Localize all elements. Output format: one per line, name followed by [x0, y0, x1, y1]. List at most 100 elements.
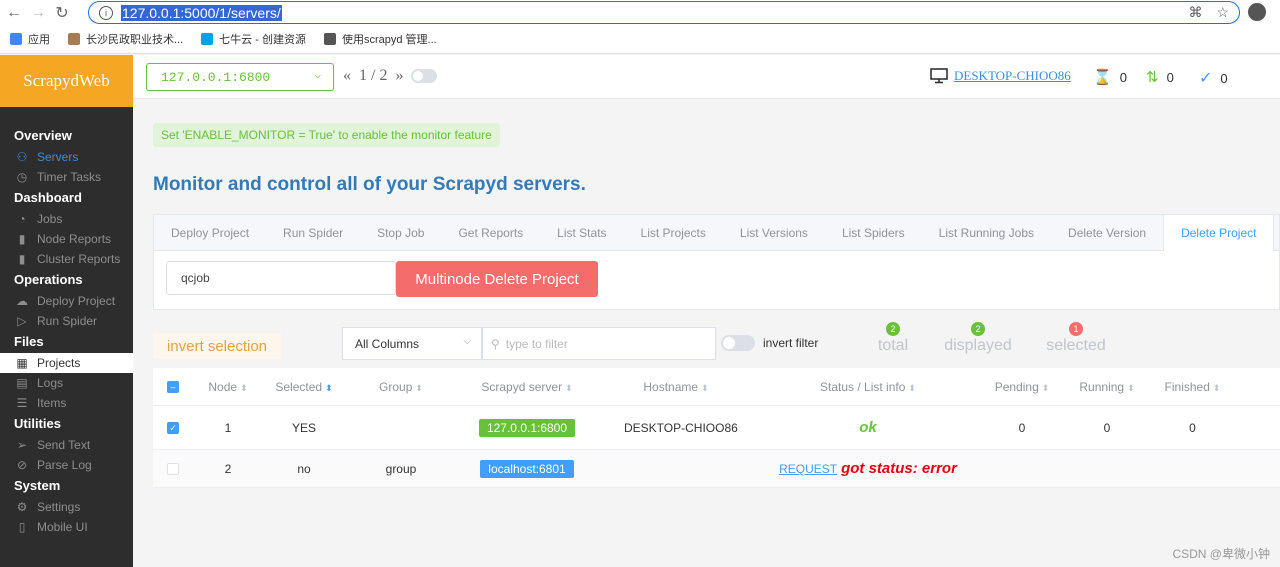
sidebar-item-run-spider[interactable]: ▷ Run Spider: [0, 311, 133, 331]
tab-list-versions[interactable]: List Versions: [723, 215, 825, 251]
table-header: – Node ⬍ Selected ⬍ Group ⬍ Scrapyd server ⬍ Host…: [153, 368, 1280, 406]
table-row[interactable]: 2 no group localhost:6801 REQUEST got status:…: [153, 450, 1280, 488]
sort-icon[interactable]: ⬍: [240, 383, 248, 393]
row-checkbox[interactable]: ✓: [167, 422, 179, 435]
bookmark-label: 使用scrapyd 管理...: [341, 34, 437, 46]
sidebar-item-servers[interactable]: ⚇ Servers: [0, 147, 133, 167]
pending-stat[interactable]: ⌛ 0: [1093, 68, 1127, 86]
bookmark-item[interactable]: 应用: [10, 31, 50, 47]
server-tag[interactable]: localhost:6801: [480, 459, 574, 478]
running-stat[interactable]: ⇅ 0: [1146, 68, 1174, 86]
invert-filter-toggle[interactable]: invert filter: [721, 335, 818, 351]
filter-input[interactable]: ⚲ type to filter: [482, 327, 716, 360]
table-cell: 0: [1151, 421, 1234, 435]
sidebar-item-projects[interactable]: ▦ Projects: [0, 353, 133, 373]
tab-delete-version[interactable]: Delete Version: [1051, 215, 1163, 251]
cloud-upload-icon: ☁: [16, 294, 28, 308]
bookmark-item[interactable]: 长沙民政职业技术...: [68, 31, 183, 47]
mobile-icon: ▯: [18, 520, 26, 534]
sidebar-item-cluster-reports[interactable]: ▮ Cluster Reports: [0, 249, 133, 269]
reload-icon[interactable]: ↻: [52, 3, 72, 23]
translate-icon[interactable]: ⌘: [1188, 4, 1202, 21]
server-tag[interactable]: 127.0.0.1:6800: [478, 418, 576, 437]
running-count: 0: [1166, 69, 1174, 85]
column-header-node[interactable]: Node ⬍: [193, 380, 263, 394]
sidebar-item-label: Timer Tasks: [37, 170, 102, 184]
column-header-status-list-info[interactable]: Status / List info ⬍: [755, 380, 981, 394]
tab-stop-job[interactable]: Stop Job: [360, 215, 441, 251]
tab-list-running-jobs[interactable]: List Running Jobs: [922, 215, 1051, 251]
column-header-selected[interactable]: Selected ⬍: [263, 380, 345, 394]
tab-deploy-project[interactable]: Deploy Project: [154, 215, 266, 251]
column-header-pending[interactable]: Pending ⬍: [981, 380, 1063, 394]
address-bar[interactable]: i 127.0.0.1:5000/1/servers/ ⌘ ☆: [88, 1, 1240, 24]
invert-filter-switch[interactable]: [721, 335, 755, 351]
tab-get-reports[interactable]: Get Reports: [441, 215, 540, 251]
column-header-scrapyd-server[interactable]: Scrapyd server ⬍: [457, 380, 597, 394]
table-cell: no: [263, 462, 345, 476]
sort-icon[interactable]: ⬍: [1127, 383, 1135, 393]
sidebar-item-deploy-project[interactable]: ☁ Deploy Project: [0, 291, 133, 311]
tab-list-stats[interactable]: List Stats: [540, 215, 623, 251]
multinode-delete-project-button[interactable]: Multinode Delete Project: [396, 261, 598, 297]
forward-icon[interactable]: →: [28, 4, 48, 22]
sidebar-item-label: Servers: [37, 150, 79, 164]
back-icon[interactable]: ←: [4, 4, 24, 22]
document-icon: ▤: [16, 376, 28, 390]
column-select-value: All Columns: [355, 336, 420, 351]
hostname-link[interactable]: DESKTOP-CHIOO86: [930, 68, 1071, 84]
site-info-icon[interactable]: i: [99, 5, 113, 20]
tab-list-spiders[interactable]: List Spiders: [825, 215, 922, 251]
column-header-label: Selected: [275, 379, 323, 394]
bookmark-item[interactable]: 使用scrapyd 管理...: [323, 31, 437, 47]
column-select[interactable]: All Columns ⌵: [342, 327, 482, 360]
table-row[interactable]: ✓ 1 YES 127.0.0.1:6800 DESKTOP-CHIOO86 ok 0 0 0: [153, 406, 1280, 450]
sort-icon[interactable]: ⬍: [908, 383, 916, 393]
prev-page-icon[interactable]: «: [343, 67, 351, 85]
profile-icon[interactable]: [1248, 3, 1266, 21]
bookmark-star-icon[interactable]: ☆: [1216, 4, 1229, 21]
sort-icon[interactable]: ⬍: [565, 383, 573, 393]
sidebar-item-logs[interactable]: ▤ Logs: [0, 373, 133, 393]
sidebar-item-jobs[interactable]: ◔ Jobs: [0, 209, 133, 229]
tab-run-spider[interactable]: Run Spider: [266, 215, 360, 251]
select-all-checkbox[interactable]: –: [167, 381, 179, 394]
invert-selection-button[interactable]: invert selection: [153, 333, 281, 359]
column-header-finished[interactable]: Finished ⬍: [1151, 380, 1234, 394]
sidebar-item-timer-tasks[interactable]: ◷ Timer Tasks: [0, 167, 133, 187]
row-checkbox[interactable]: [167, 463, 179, 476]
sidebar-item-mobile-ui[interactable]: ▯ Mobile UI: [0, 517, 133, 537]
pager-toggle[interactable]: [411, 69, 438, 83]
sidebar-item-node-reports[interactable]: ▮ Node Reports: [0, 229, 133, 249]
sort-icon[interactable]: ⬍: [1213, 383, 1221, 393]
finished-stat[interactable]: ✓ 0: [1199, 68, 1228, 88]
hourglass-icon: ⌛: [1093, 69, 1112, 86]
sidebar-item-send-text[interactable]: ➢ Send Text: [0, 435, 133, 455]
chevron-down-icon: ⌵: [314, 70, 321, 82]
table-cell: 2: [193, 462, 263, 476]
project-input[interactable]: qcjob: [166, 261, 396, 295]
bookmark-item[interactable]: 七牛云 - 创建资源: [201, 31, 306, 47]
app-logo[interactable]: ScrapydWeb: [0, 55, 133, 107]
tab-list-projects[interactable]: List Projects: [624, 215, 723, 251]
server-pager: « 1 / 2 »: [343, 67, 438, 85]
counter-total: 2 total: [853, 320, 933, 355]
server-select[interactable]: 127.0.0.1:6800 ⌵: [146, 63, 334, 91]
column-header-group[interactable]: Group ⬍: [345, 380, 457, 394]
sort-icon[interactable]: ⬍: [325, 383, 333, 393]
column-header-label: Status / List info: [820, 379, 906, 394]
column-header-hostname[interactable]: Hostname ⬍: [597, 380, 755, 394]
sidebar-item-label: Jobs: [37, 212, 63, 226]
tab-delete-project[interactable]: Delete Project: [1163, 215, 1275, 251]
column-header-running[interactable]: Running ⬍: [1063, 380, 1151, 394]
sidebar-menu: Overview ⚇ Servers ◷ Timer Tasks Dashboard ◔ Jo…: [0, 107, 133, 537]
sort-icon[interactable]: ⬍: [1042, 383, 1050, 393]
sort-icon[interactable]: ⬍: [701, 383, 709, 393]
request-link[interactable]: REQUEST: [779, 462, 837, 476]
sort-icon[interactable]: ⬍: [415, 383, 423, 393]
sidebar-item-items[interactable]: ☰ Items: [0, 393, 133, 413]
sidebar-item-settings[interactable]: ⚙ Settings: [0, 497, 133, 517]
sidebar-item-parse-log[interactable]: ⊘ Parse Log: [0, 455, 133, 475]
next-page-icon[interactable]: »: [395, 67, 403, 85]
sidebar-item-label: Items: [37, 396, 67, 410]
